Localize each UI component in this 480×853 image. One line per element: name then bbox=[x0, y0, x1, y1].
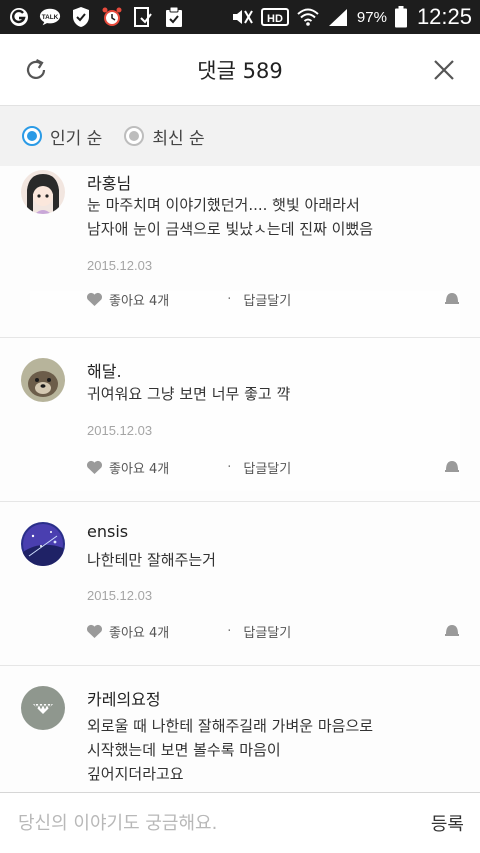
comment-item: ensis 나한테만 잘해주는거 2015.12.03 좋아요 4개 · 답글달… bbox=[0, 502, 480, 666]
page-title: 댓글 589 bbox=[197, 58, 283, 83]
sort-latest-option[interactable]: 최신 순 bbox=[124, 124, 205, 149]
app-icon bbox=[8, 6, 30, 28]
heart-icon bbox=[86, 624, 103, 638]
comment-line: 귀여워요 그냥 보면 너무 좋고 꺅 bbox=[87, 385, 291, 403]
submit-button[interactable]: 등록 bbox=[431, 810, 464, 836]
alarm-icon bbox=[101, 6, 123, 28]
comment-line: 시작했는데 보면 볼수록 마음이 bbox=[87, 741, 281, 759]
comment-date: 2015.12.03 bbox=[87, 588, 153, 603]
comment-text: 눈 마주치며 이야기했던거.... 햇빛 아래라서 남자애 눈이 금색으로 빛났… bbox=[87, 193, 447, 241]
comment-author[interactable]: 해달. bbox=[87, 358, 122, 382]
svg-text:HD: HD bbox=[267, 13, 283, 25]
report-icon[interactable] bbox=[444, 623, 460, 641]
comment-line: 나한테만 잘해주는거 bbox=[87, 551, 216, 569]
comment-line: 남자애 눈이 금색으로 빛났ㅅ는데 진짜 이뻤음 bbox=[87, 220, 374, 238]
like-count: 좋아요 4개 bbox=[109, 626, 170, 641]
comment-list[interactable]: 라홍님 눈 마주치며 이야기했던거.... 햇빛 아래라서 남자애 눈이 금색으… bbox=[0, 166, 480, 792]
wifi-icon bbox=[297, 6, 319, 28]
reply-button[interactable]: 답글달기 bbox=[243, 622, 291, 641]
shield-icon bbox=[70, 6, 92, 28]
comment-author[interactable]: 라홍님 bbox=[87, 170, 131, 194]
sort-popular-label: 인기 순 bbox=[50, 128, 103, 149]
comments-header: 댓글 589 bbox=[0, 34, 480, 106]
battery-percent: 97% bbox=[356, 8, 387, 26]
sort-popular-option[interactable]: 인기 순 bbox=[22, 124, 102, 149]
comment-date: 2015.12.03 bbox=[87, 258, 153, 273]
comment-author[interactable]: ensis bbox=[87, 522, 128, 541]
like-button[interactable]: 좋아요 4개 bbox=[86, 622, 169, 641]
reply-button[interactable]: 답글달기 bbox=[243, 290, 291, 309]
comment-item: 카레의요정 외로울 때 나한테 잘해주길래 가벼운 마음으로 시작했는데 보면 … bbox=[0, 666, 480, 792]
comment-input-bar: 등록 bbox=[0, 792, 480, 853]
separator-dot: · bbox=[227, 460, 232, 475]
status-bar: TALK HD 97% 12:25 bbox=[0, 0, 480, 34]
comment-text: 귀여워요 그냥 보면 너무 좋고 꺅 bbox=[87, 382, 447, 406]
like-count: 좋아요 4개 bbox=[109, 294, 170, 309]
like-button[interactable]: 좋아요 4개 bbox=[86, 290, 169, 309]
avatar[interactable] bbox=[21, 358, 65, 402]
comment-actions: 좋아요 4개 · 답글달기 bbox=[86, 622, 466, 641]
hd-icon: HD bbox=[260, 6, 289, 28]
reply-button[interactable]: 답글달기 bbox=[243, 458, 291, 477]
comment-actions: 좋아요 4개 · 답글달기 bbox=[86, 458, 466, 477]
comment-actions: 좋아요 4개 · 답글달기 bbox=[86, 290, 466, 309]
avatar[interactable] bbox=[21, 170, 65, 214]
talk-icon: TALK bbox=[39, 6, 61, 28]
comment-line: 깊어지더라고요 bbox=[87, 765, 184, 783]
report-icon[interactable] bbox=[444, 459, 460, 477]
sort-options: 인기 순 최신 순 bbox=[0, 106, 480, 166]
separator-dot: · bbox=[227, 624, 232, 639]
signal-icon bbox=[327, 6, 349, 28]
avatar[interactable] bbox=[21, 522, 65, 566]
heart-icon bbox=[86, 292, 103, 306]
sort-latest-label: 최신 순 bbox=[152, 128, 205, 149]
clipboard-icon bbox=[163, 6, 185, 28]
avatar[interactable] bbox=[21, 686, 65, 730]
radio-button-selected[interactable] bbox=[22, 126, 42, 146]
comment-text: 외로울 때 나한테 잘해주길래 가벼운 마음으로 시작했는데 보면 볼수록 마음… bbox=[87, 714, 447, 786]
close-icon[interactable] bbox=[432, 58, 456, 82]
comment-item: 라홍님 눈 마주치며 이야기했던거.... 햇빛 아래라서 남자애 눈이 금색으… bbox=[0, 166, 480, 338]
clock: 12:25 bbox=[416, 4, 472, 29]
refresh-icon[interactable] bbox=[22, 56, 50, 84]
separator-dot: · bbox=[227, 292, 232, 307]
like-count: 좋아요 4개 bbox=[109, 462, 170, 477]
battery-icon bbox=[394, 6, 407, 28]
heart-icon bbox=[86, 460, 103, 474]
comment-text: 나한테만 잘해주는거 bbox=[87, 548, 447, 572]
comment-date: 2015.12.03 bbox=[87, 423, 153, 438]
comment-author[interactable]: 카레의요정 bbox=[87, 686, 161, 710]
report-icon[interactable] bbox=[444, 291, 460, 309]
svg-text:TALK: TALK bbox=[42, 14, 59, 21]
radio-button[interactable] bbox=[124, 126, 145, 146]
like-button[interactable]: 좋아요 4개 bbox=[86, 458, 169, 477]
comment-item: 해달. 귀여워요 그냥 보면 너무 좋고 꺅 2015.12.03 좋아요 4개… bbox=[0, 338, 480, 502]
comment-line: 눈 마주치며 이야기했던거.... 햇빛 아래라서 bbox=[87, 196, 360, 214]
comment-line: 외로울 때 나한테 잘해주길래 가벼운 마음으로 bbox=[87, 717, 374, 735]
comment-input[interactable] bbox=[18, 812, 398, 834]
download-icon bbox=[132, 6, 154, 28]
mute-icon bbox=[231, 6, 253, 28]
